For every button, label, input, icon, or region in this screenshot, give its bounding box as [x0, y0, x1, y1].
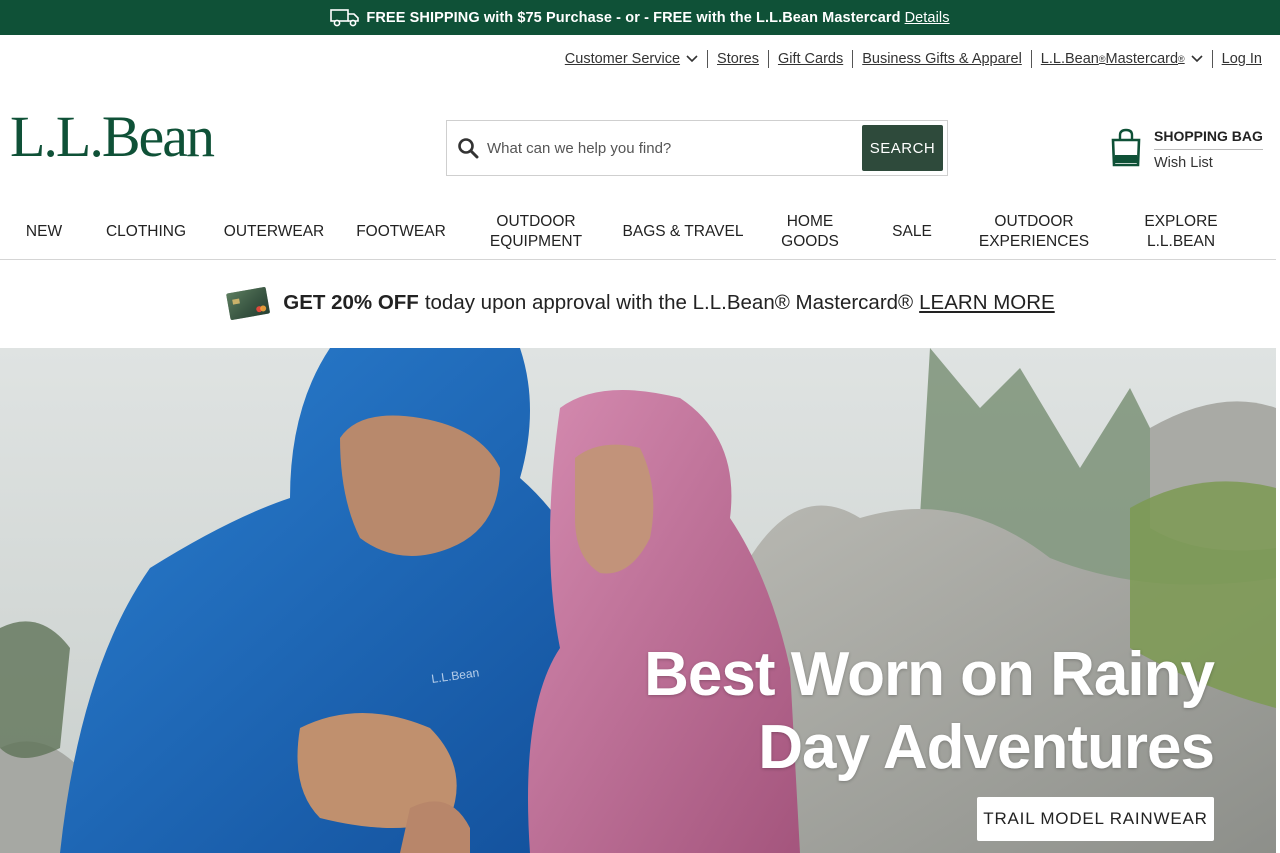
nav-outerwear[interactable]: Outerwear — [224, 222, 324, 242]
chevron-down-icon — [686, 55, 698, 63]
search-button[interactable]: SEARCH — [862, 125, 943, 171]
mastercard-label-middle: Mastercard — [1105, 51, 1179, 67]
stores-link[interactable]: Stores — [708, 51, 768, 67]
shopping-bag-icon[interactable] — [1110, 128, 1142, 168]
main-nav: New Clothing Outerwear Footwear Outdoor … — [0, 204, 1280, 260]
learn-more-link[interactable]: LEARN MORE — [919, 291, 1055, 315]
nav-outdoor-equipment[interactable]: Outdoor Equipment — [490, 212, 582, 252]
promo-details-link[interactable]: Details — [905, 10, 950, 26]
shopping-bag-link[interactable]: SHOPPING BAG — [1154, 128, 1263, 150]
trail-model-rainwear-button[interactable]: TRAIL MODEL RAINWEAR — [977, 797, 1214, 841]
hero-headline-line1: Best Worn on Rainy — [644, 640, 1215, 709]
business-gifts-link[interactable]: Business Gifts & Apparel — [853, 51, 1031, 67]
wish-list-link[interactable]: Wish List — [1154, 155, 1263, 171]
mastercard-promo-banner: GET 20% OFF today upon approval with the… — [0, 282, 1280, 324]
page-edge — [1276, 35, 1280, 853]
promo-text: FREE SHIPPING with $75 Purchase - or - F… — [366, 9, 901, 26]
nav-bags-travel[interactable]: Bags & Travel — [623, 222, 744, 242]
registered-mark: ® — [1098, 54, 1106, 64]
nav-clothing[interactable]: Clothing — [106, 222, 186, 242]
nav-sale[interactable]: Sale — [892, 222, 932, 242]
mastercard-offer-bold: GET 20% OFF — [283, 291, 419, 314]
hero-headline-line2: Day Adventures — [758, 713, 1215, 782]
search-bar: SEARCH — [446, 120, 948, 176]
mastercard-offer-text: today upon approval with the L.L.Bean® M… — [424, 291, 914, 314]
nav-home-goods[interactable]: Home Goods — [781, 212, 839, 252]
search-icon — [458, 138, 479, 159]
llbean-logo[interactable]: L.L.Bean — [10, 108, 215, 166]
truck-icon — [330, 8, 360, 26]
chevron-down-icon — [1191, 55, 1203, 63]
registered-mark: ® — [1178, 54, 1185, 64]
customer-service-link[interactable]: Customer Service — [556, 51, 707, 67]
nav-new[interactable]: New — [26, 222, 62, 242]
search-input[interactable] — [487, 139, 862, 157]
credit-card-icon — [226, 287, 271, 320]
hero-headline: Best Worn on Rainy Day Adventures — [644, 638, 1215, 784]
shopping-bag-area: SHOPPING BAG Wish List — [1110, 128, 1263, 171]
promo-bar: FREE SHIPPING with $75 Purchase - or - F… — [0, 0, 1280, 35]
nav-outdoor-experiences[interactable]: Outdoor Experiences — [979, 212, 1089, 252]
gift-cards-link[interactable]: Gift Cards — [769, 51, 852, 67]
nav-explore-llbean[interactable]: Explore L.L.Bean — [1144, 212, 1217, 252]
log-in-link[interactable]: Log In — [1213, 51, 1262, 67]
mastercard-label-prefix: L.L.Bean — [1040, 51, 1099, 67]
hero-banner[interactable]: L.L.Bean Best Worn on Rainy Day Adventur… — [0, 348, 1276, 853]
customer-service-label: Customer Service — [564, 51, 681, 67]
mastercard-link[interactable]: L.L.Bean ® Mastercard ® — [1032, 51, 1212, 67]
nav-footwear[interactable]: Footwear — [356, 222, 446, 242]
utility-nav: Customer Service Stores Gift Cards Busin… — [556, 50, 1262, 68]
